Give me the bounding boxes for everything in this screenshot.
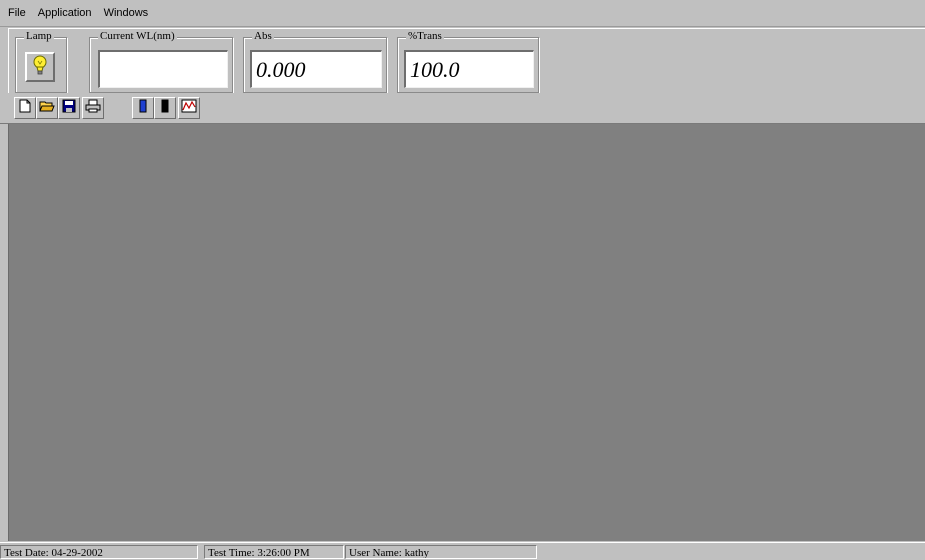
new-file-icon [18,99,32,118]
toolbar [0,93,925,124]
scan-graph-icon [181,99,197,118]
save-button[interactable] [58,97,80,119]
lamp-label: Lamp [24,30,54,42]
trans-group: %Trans 100.0 [397,30,539,93]
menu-bar: File Application Windows [0,0,925,27]
lamp-toggle-button[interactable] [25,52,55,82]
light-bulb-icon [30,54,50,81]
sample-cuvette-icon [161,99,169,118]
mdi-workspace[interactable] [8,124,925,541]
menu-windows[interactable]: Windows [98,0,155,26]
scan-graph-button[interactable] [178,97,200,119]
save-disk-icon [62,99,76,118]
wavelength-group: Current WL(nm) [89,30,233,93]
menu-file[interactable]: File [0,0,32,26]
trans-value: 100.0 [404,50,534,88]
abs-value: 0.000 [250,50,382,88]
print-icon [85,99,101,118]
trans-label: %Trans [406,30,444,42]
wavelength-label: Current WL(nm) [98,30,177,42]
print-button[interactable] [82,97,104,119]
open-file-button[interactable] [36,97,58,119]
status-test-time: Test Time: 3:26:00 PM [204,545,344,559]
blank-cuvette-button[interactable] [132,97,154,119]
readout-panel: Lamp Current WL(nm) Abs 0.000 %Trans 100… [8,28,925,94]
open-folder-icon [39,99,55,118]
blank-cuvette-icon [139,99,147,118]
status-test-date: Test Date: 04-29-2002 [0,545,198,559]
status-user-name: User Name: kathy [345,545,537,559]
abs-group: Abs 0.000 [243,30,387,93]
new-file-button[interactable] [14,97,36,119]
sample-cuvette-button[interactable] [154,97,176,119]
menu-application[interactable]: Application [32,0,98,26]
abs-label: Abs [252,30,274,42]
status-bar: Test Date: 04-29-2002 Test Time: 3:26:00… [0,542,925,560]
wavelength-value [98,50,228,88]
lamp-group: Lamp [15,30,67,93]
application-window: File Application Windows Lamp Current WL… [0,0,925,560]
